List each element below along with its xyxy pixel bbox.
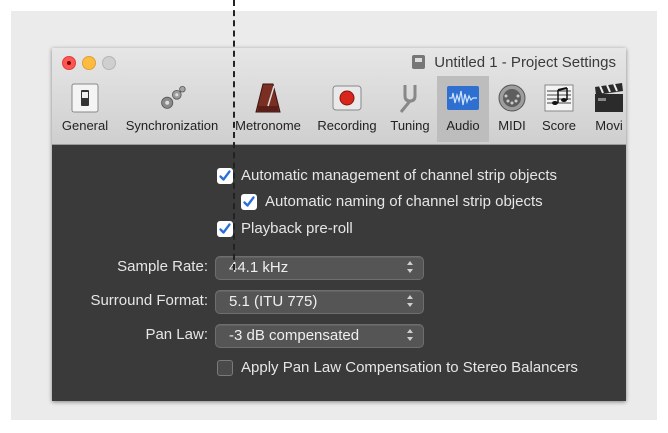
- score-icon: [543, 82, 575, 114]
- tab-audio-label: Audio: [446, 118, 480, 133]
- tab-recording-label: Recording: [317, 118, 377, 133]
- pan-law-value: -3 dB compensated: [229, 327, 360, 344]
- tab-audio[interactable]: Audio: [437, 76, 489, 142]
- auto-naming-label: Automatic naming of channel strip object…: [265, 193, 543, 210]
- auto-channel-strip-label: Automatic management of channel strip ob…: [241, 167, 558, 184]
- window-title: Untitled 1 - Project Settings: [434, 53, 616, 71]
- checkmark-icon: [243, 196, 255, 207]
- project-settings-window: Untitled 1 - Project Settings General Sy…: [52, 48, 626, 401]
- auto-naming-checkbox[interactable]: [241, 194, 257, 210]
- pan-law-label: Pan Law:: [145, 326, 208, 343]
- title-bar: Untitled 1 - Project Settings General Sy…: [52, 48, 626, 145]
- tab-synchronization-label: Synchronization: [125, 118, 219, 133]
- tab-movie-label: Movi: [595, 118, 623, 133]
- window-title-group: Untitled 1 - Project Settings: [412, 52, 616, 72]
- updown-arrows-icon: [407, 329, 413, 341]
- auto-channel-strip-checkbox[interactable]: [217, 168, 233, 184]
- midi-connector-icon: [496, 82, 528, 114]
- playback-preroll-label: Playback pre-roll: [241, 220, 353, 237]
- dashed-guide-line: [233, 0, 235, 270]
- clapperboard-icon: [593, 82, 625, 114]
- checkmark-icon: [219, 170, 231, 181]
- zoom-window-button[interactable]: [102, 56, 116, 70]
- surround-format-label: Surround Format:: [90, 292, 208, 309]
- tab-score-label: Score: [542, 118, 576, 133]
- tab-metronome[interactable]: Metronome: [228, 76, 308, 142]
- tab-tuning-label: Tuning: [390, 118, 430, 133]
- pan-law-popup[interactable]: -3 dB compensated: [215, 324, 424, 348]
- sample-rate-popup[interactable]: 44.1 kHz: [215, 256, 424, 280]
- surround-format-popup[interactable]: 5.1 (ITU 775): [215, 290, 424, 314]
- gears-icon: [156, 82, 188, 114]
- tab-general-label: General: [61, 118, 109, 133]
- tab-score[interactable]: Score: [536, 76, 582, 142]
- tab-recording[interactable]: Recording: [310, 76, 384, 142]
- tab-synchronization[interactable]: Synchronization: [118, 76, 226, 142]
- tab-movie[interactable]: Movi: [584, 76, 626, 142]
- tab-general[interactable]: General: [52, 76, 118, 142]
- surround-format-value: 5.1 (ITU 775): [229, 293, 318, 310]
- audio-settings-panel: Automatic management of channel strip ob…: [52, 145, 626, 401]
- updown-arrows-icon: [407, 295, 413, 307]
- pan-law-stereo-label: Apply Pan Law Compensation to Stereo Bal…: [241, 359, 578, 376]
- minimize-window-button[interactable]: [82, 56, 96, 70]
- tab-tuning[interactable]: Tuning: [384, 76, 436, 142]
- playback-preroll-checkbox[interactable]: [217, 221, 233, 237]
- sample-rate-label: Sample Rate:: [117, 258, 208, 275]
- sample-rate-value: 44.1 kHz: [229, 259, 289, 276]
- updown-arrows-icon: [407, 261, 413, 273]
- metronome-icon: [252, 82, 284, 114]
- pan-law-stereo-checkbox[interactable]: [217, 360, 233, 376]
- waveform-icon: [447, 82, 479, 114]
- close-window-button[interactable]: [62, 56, 76, 70]
- switch-icon: [69, 82, 101, 114]
- tab-midi-label: MIDI: [498, 118, 526, 133]
- checkmark-icon: [219, 223, 231, 234]
- tuning-fork-icon: [394, 82, 426, 114]
- record-icon: [331, 82, 363, 114]
- tab-metronome-label: Metronome: [235, 118, 301, 133]
- tab-midi[interactable]: MIDI: [490, 76, 534, 142]
- document-icon: [412, 55, 426, 69]
